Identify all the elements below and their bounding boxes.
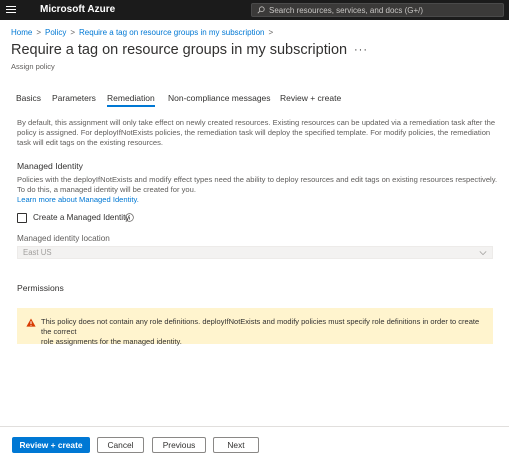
permissions-warning-banner: This policy does not contain any role de…: [17, 308, 493, 347]
footer-divider: [0, 426, 509, 427]
remediation-description: By default, this assignment will only ta…: [17, 118, 499, 148]
active-tab-indicator: [107, 105, 155, 107]
description-line: task will edit tags on the existing reso…: [17, 138, 164, 147]
hamburger-icon[interactable]: [6, 4, 16, 16]
search-icon: [257, 6, 265, 14]
page-title: Require a tag on resource groups in my s…: [11, 42, 348, 58]
breadcrumb: Home > Policy > Require a tag on resource gr…: [11, 28, 277, 37]
permissions-heading: Permissions: [17, 283, 64, 293]
warning-line: This policy does not contain any role de…: [41, 317, 480, 336]
page-subtitle: Assign policy: [11, 62, 55, 71]
tab-basics[interactable]: Basics: [16, 93, 41, 103]
managed-identity-location-select[interactable]: East US: [17, 246, 493, 259]
managed-identity-description: Policies with the deployIfNotExists and …: [17, 175, 499, 205]
tab-review-create[interactable]: Review + create: [280, 93, 341, 103]
description-line: policy is assigned. For deployIfNotExist…: [17, 128, 491, 137]
breadcrumb-policy[interactable]: Policy: [45, 28, 66, 37]
warning-line: role assignments for the managed identit…: [41, 337, 182, 346]
search-input[interactable]: Search resources, services, and docs (G+…: [251, 3, 504, 17]
managed-identity-location-label: Managed identity location: [17, 234, 110, 243]
breadcrumb-separator: >: [70, 28, 76, 37]
description-line: To do this, a managed identity will be c…: [17, 185, 196, 194]
managed-identity-heading: Managed Identity: [17, 161, 83, 171]
more-options-button[interactable]: ···: [354, 44, 368, 56]
tab-parameters[interactable]: Parameters: [52, 93, 96, 103]
breadcrumb-home[interactable]: Home: [11, 28, 32, 37]
info-icon[interactable]: [125, 213, 134, 222]
tab-remediation[interactable]: Remediation: [107, 93, 155, 103]
next-button[interactable]: Next: [213, 437, 259, 453]
brand-name[interactable]: Microsoft Azure: [40, 4, 115, 15]
search-placeholder: Search resources, services, and docs (G+…: [269, 6, 424, 15]
create-managed-identity-checkbox[interactable]: [17, 213, 27, 223]
tab-non-compliance-messages[interactable]: Non-compliance messages: [168, 93, 271, 103]
breadcrumb-separator: >: [268, 28, 274, 37]
chevron-down-icon: [479, 251, 487, 256]
cancel-button[interactable]: Cancel: [97, 437, 144, 453]
breadcrumb-separator: >: [36, 28, 42, 37]
breadcrumb-policy-definition[interactable]: Require a tag on resource groups in my s…: [79, 28, 264, 37]
review-create-button[interactable]: Review + create: [12, 437, 90, 453]
selected-location: East US: [23, 248, 52, 257]
description-line: By default, this assignment will only ta…: [17, 118, 496, 127]
permissions-warning-text: This policy does not contain any role de…: [41, 317, 487, 347]
description-line: Policies with the deployIfNotExists and …: [17, 175, 498, 184]
create-managed-identity-label[interactable]: Create a Managed Identity: [33, 213, 130, 222]
top-bar: Microsoft Azure Search resources, servic…: [0, 0, 509, 20]
previous-button[interactable]: Previous: [152, 437, 206, 453]
learn-more-link[interactable]: Learn more about Managed Identity.: [17, 195, 499, 205]
warning-icon: [26, 318, 36, 327]
